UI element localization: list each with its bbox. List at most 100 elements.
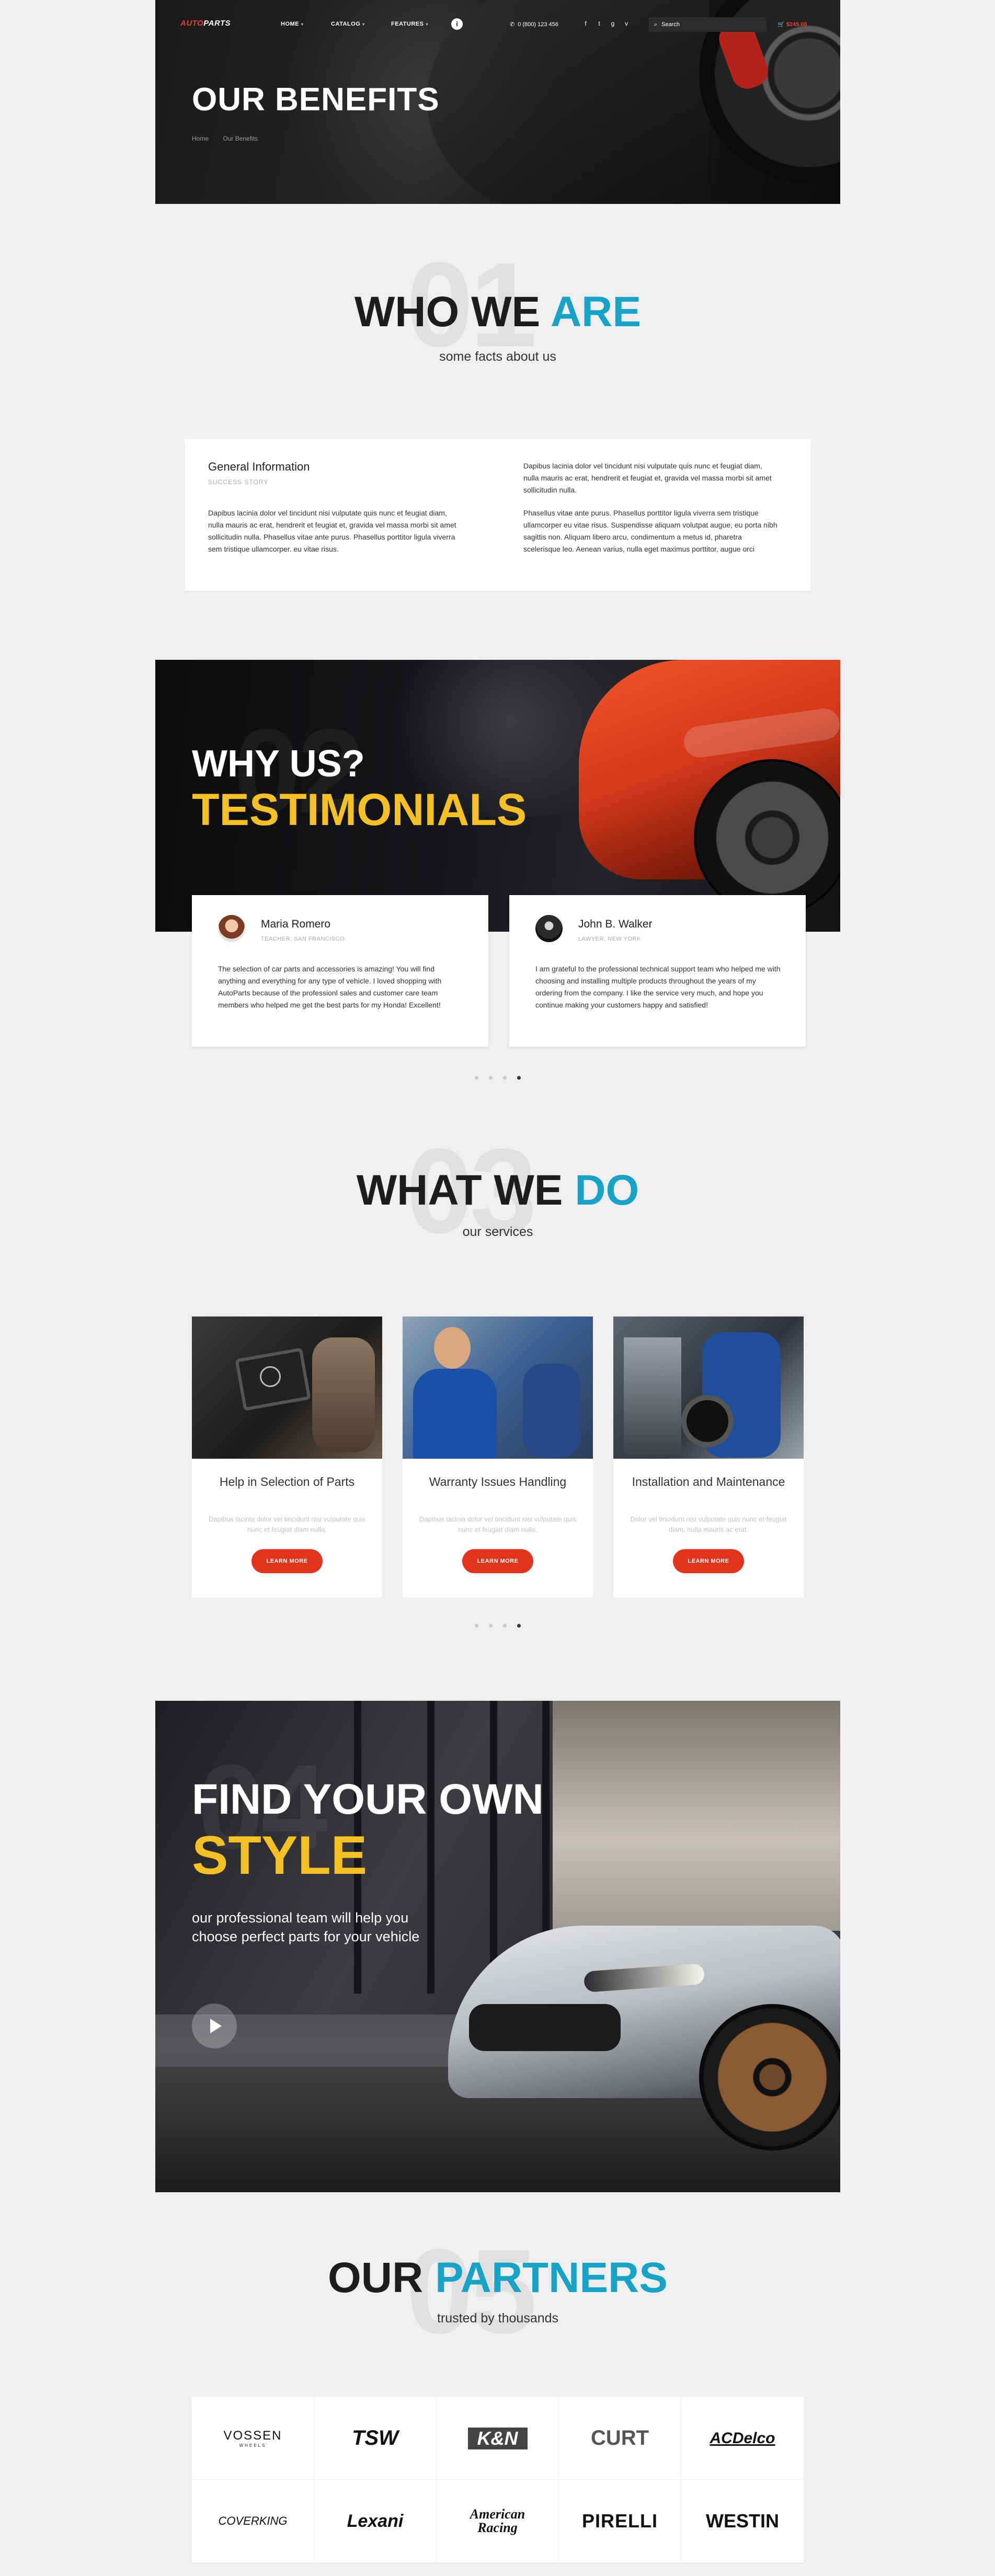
building-column: [490, 1701, 497, 1994]
vossen-wordmark: VOSSEN: [223, 2429, 282, 2443]
testimonial-card: Maria Romero TEACHER, SAN FRANCISCO The …: [192, 895, 488, 1047]
card-title: General Information: [208, 460, 310, 473]
testimonials-wheel-image: [694, 759, 840, 916]
service-text: Dapibus lacinia dolor vel tincidunt nisi…: [209, 1515, 365, 1533]
partners-grid: VOSSEN WHEELS TSW K&N CURT ACDelco COVER…: [192, 2397, 804, 2562]
pagination-dot-active[interactable]: [517, 1624, 521, 1628]
nav-catalog-label: CATALOG: [331, 21, 361, 27]
avatar: [535, 915, 563, 942]
chevron-down-icon: ▾: [426, 22, 428, 27]
nav-features[interactable]: FEATURES ▾: [391, 21, 428, 27]
partner-logo-westin[interactable]: WESTIN: [681, 2480, 804, 2562]
wheel-icon: [260, 1366, 281, 1387]
who-title-blue: ARE: [550, 288, 642, 336]
partner-logo-vossen[interactable]: VOSSEN WHEELS: [192, 2397, 314, 2480]
pagination-dot[interactable]: [475, 1076, 478, 1080]
hero-banner: AUTOPARTS HOME ▾ CATALOG ▾ FEATURES ▾ i ✆ 0 …: [155, 0, 840, 204]
service-card: Installation and Maintenance Dolor vel t…: [613, 1316, 804, 1597]
partner-logo-lexani[interactable]: Lexani: [314, 2480, 437, 2562]
who-title-dark: WHO WE: [354, 288, 541, 336]
card-right-text-2: Phasellus vitae ante purus. Phasellus po…: [523, 509, 777, 553]
service-image-mechanic: [403, 1316, 593, 1459]
chevron-down-icon: ▾: [362, 22, 365, 27]
testimonial-name: John B. Walker: [578, 918, 653, 930]
style-sky: [532, 1701, 840, 1931]
what-we-do-title: WHAT WE DO: [155, 1166, 840, 1215]
learn-more-button[interactable]: LEARN MORE: [673, 1549, 744, 1573]
person-background: [523, 1364, 580, 1458]
coverking-wordmark: COVERKING: [218, 2514, 288, 2527]
who-we-are-title: WHO WE ARE: [155, 288, 840, 337]
nav-home[interactable]: HOME ▾: [281, 21, 304, 27]
pagination-dot[interactable]: [503, 1076, 507, 1080]
general-info-card: General Information SUCCESS STORY Dapibu…: [185, 439, 811, 591]
partner-logo-coverking[interactable]: COVERKING: [192, 2480, 314, 2562]
testimonials-pagination: [155, 1073, 840, 1082]
services-pagination: [155, 1621, 840, 1630]
search-placeholder: Search: [661, 21, 680, 28]
facebook-icon[interactable]: f: [582, 20, 589, 27]
service-text: Dolor vel tincidunt nisi vulputate quis …: [630, 1515, 787, 1533]
partner-logo-tsw[interactable]: TSW: [314, 2397, 437, 2480]
cart-total: $245.00: [786, 21, 807, 28]
pirelli-wordmark: PIRELLI: [581, 2510, 658, 2532]
acdelco-wordmark: ACDelco: [710, 2429, 775, 2447]
building-column: [427, 1701, 434, 1994]
nav-catalog[interactable]: CATALOG ▾: [331, 21, 365, 27]
twitter-icon[interactable]: t: [596, 20, 603, 27]
service-title: Help in Selection of Parts: [219, 1475, 355, 1489]
vine-icon[interactable]: v: [623, 20, 630, 27]
card-left-text: Dapibus lacinia dolor vel tincidunt nisi…: [208, 509, 456, 553]
instagram-icon[interactable]: g: [609, 20, 616, 27]
mechanic-shape: [312, 1337, 375, 1452]
learn-more-button[interactable]: LEARN MORE: [251, 1549, 323, 1573]
curt-wordmark: CURT: [590, 2426, 649, 2449]
service-title: Installation and Maintenance: [632, 1475, 785, 1489]
pagination-dot[interactable]: [489, 1624, 493, 1628]
pagination-dot[interactable]: [503, 1624, 507, 1628]
phone-number[interactable]: ✆ 0 (800) 123 456: [510, 21, 558, 28]
tire-shape: [681, 1395, 734, 1447]
partner-logo-pirelli[interactable]: PIRELLI: [559, 2480, 681, 2562]
logo-suffix: PARTS: [203, 19, 231, 28]
partner-logo-american-racing[interactable]: American Racing: [437, 2480, 559, 2562]
partners-title-blue: PARTNERS: [435, 2254, 668, 2302]
testimonial-text: The selection of car parts and accessori…: [218, 965, 442, 1009]
info-icon[interactable]: i: [451, 18, 463, 30]
testimonial-role: LAWYER, NEW YORK: [578, 936, 641, 942]
who-we-are-subtitle: some facts about us: [439, 349, 556, 364]
partners-title-dark: OUR: [328, 2254, 424, 2302]
partner-logo-kn[interactable]: K&N: [437, 2397, 559, 2480]
pagination-dot[interactable]: [489, 1076, 493, 1080]
breadcrumb-home[interactable]: Home: [192, 135, 209, 142]
service-text: Dapibus lacinia dolor vel tincidunt nisi…: [419, 1515, 576, 1533]
service-title: Warranty Issues Handling: [429, 1475, 567, 1489]
pagination-dot-active[interactable]: [517, 1076, 521, 1080]
search-icon: ⌕: [654, 21, 658, 28]
person-head: [434, 1327, 471, 1369]
card-subtitle: SUCCESS STORY: [208, 478, 269, 486]
services-title-dark: WHAT WE: [356, 1166, 563, 1214]
page-title: OUR BENEFITS: [192, 82, 440, 118]
search-input[interactable]: ⌕ Search: [649, 17, 767, 32]
pagination-dot[interactable]: [475, 1624, 478, 1628]
testimonials-title: TESTIMONIALS: [192, 785, 527, 835]
play-video-button[interactable]: [192, 2003, 237, 2048]
partner-logo-acdelco[interactable]: ACDelco: [681, 2397, 804, 2480]
car-grille: [469, 2004, 621, 2051]
site-logo[interactable]: AUTOPARTS: [180, 19, 231, 28]
nav-home-label: HOME: [281, 21, 299, 27]
chevron-down-icon: ▾: [301, 22, 304, 27]
testimonial-card: John B. Walker LAWYER, NEW YORK I am gra…: [509, 895, 806, 1047]
card-right-text-1: Dapibus lacinia dolor vel tincidunt nisi…: [523, 462, 772, 494]
learn-more-button[interactable]: LEARN MORE: [462, 1549, 533, 1573]
style-description: our professional team will help you choo…: [192, 1910, 420, 1944]
logo-prefix: AUTO: [180, 19, 204, 28]
our-partners-subtitle: trusted by thousands: [437, 2311, 559, 2326]
page: AUTOPARTS HOME ▾ CATALOG ▾ FEATURES ▾ i ✆ 0 …: [155, 0, 840, 2576]
cart-button[interactable]: 🛒 $245.00: [777, 21, 807, 28]
breadcrumb-current: Our Benefits: [223, 135, 258, 142]
car-wheel: [699, 2004, 840, 2150]
why-us-title: WHY US?: [192, 743, 365, 785]
partner-logo-curt[interactable]: CURT: [559, 2397, 681, 2480]
